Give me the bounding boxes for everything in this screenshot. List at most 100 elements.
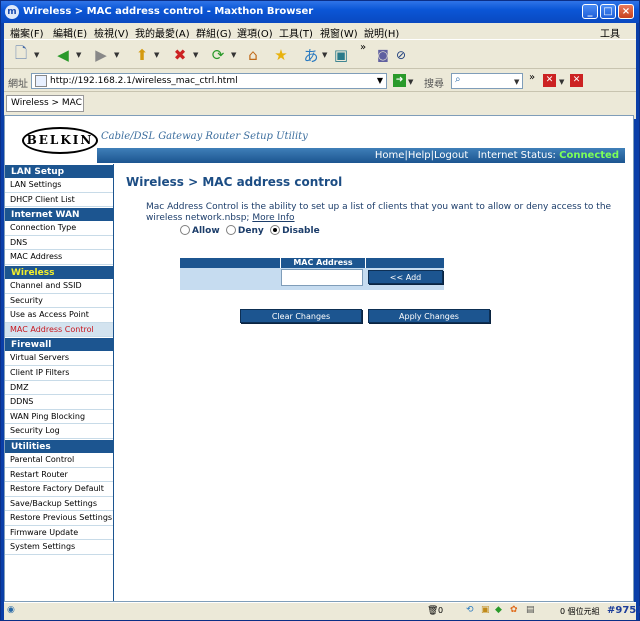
sidebar-item-mac-address[interactable]: MAC Address xyxy=(5,250,113,265)
radio-deny-label: Deny xyxy=(237,226,264,236)
radio-circle-checked[interactable] xyxy=(270,225,281,235)
refresh-icon[interactable]: ⟳ xyxy=(207,44,229,66)
bytes-text: 0 個位元組 xyxy=(560,607,600,616)
menu-bar: 檔案(F) 編輯(E) 檢視(V) 我的最愛(A) 群組(G) 選項(O) 工具… xyxy=(4,23,636,40)
sidebar-header-lan: LAN Setup xyxy=(5,164,113,178)
address-input[interactable]: http://192.168.2.1/wireless_mac_ctrl.htm… xyxy=(31,73,387,89)
sidebar-item-system-settings[interactable]: System Settings xyxy=(5,540,113,556)
sidebar-item-security-log[interactable]: Security Log xyxy=(5,424,113,439)
sidebar-item-firmware-update[interactable]: Firmware Update xyxy=(5,526,113,541)
trash-count: 0 xyxy=(438,606,444,615)
router-header: BELKIN Cable/DSL Gateway Router Setup Ut… xyxy=(5,116,633,164)
chevron-down-icon[interactable]: ▼ xyxy=(408,78,413,86)
sidebar-header-wireless: Wireless xyxy=(5,264,113,279)
close-button[interactable]: × xyxy=(618,4,634,19)
chevron-down-icon[interactable]: ▼ xyxy=(231,51,236,59)
new-page-icon[interactable]: 🗋 xyxy=(10,44,32,66)
radio-circle[interactable] xyxy=(225,225,236,235)
chevron-down-icon[interactable]: ▼ xyxy=(193,51,198,59)
menu-group[interactable]: 群組(G) xyxy=(196,25,232,40)
sync-icon[interactable]: ⟲ xyxy=(466,605,474,615)
clear-changes-button[interactable]: Clear Changes xyxy=(240,309,362,323)
help-link[interactable]: Help xyxy=(408,150,431,161)
favorites-star-icon[interactable]: ★ xyxy=(270,44,292,66)
search-input[interactable]: ⌕ xyxy=(451,73,523,89)
back-icon[interactable]: ◀ xyxy=(52,44,74,66)
chevron-down-icon[interactable]: ▼ xyxy=(322,51,327,59)
maximize-button[interactable]: □ xyxy=(600,4,616,19)
translate-icon[interactable]: あ xyxy=(300,44,322,66)
sidebar-item-channel-ssid[interactable]: Channel and SSID xyxy=(5,279,113,294)
add-button[interactable]: << Add xyxy=(368,270,443,284)
menu-view[interactable]: 檢視(V) xyxy=(94,25,129,40)
belkin-logo: BELKIN xyxy=(22,127,98,154)
home-link[interactable]: Home xyxy=(375,150,405,161)
sidebar-item-dmz[interactable]: DMZ xyxy=(5,381,113,396)
description-text: Mac Address Control is the ability to se… xyxy=(146,202,612,223)
close-tab-icon[interactable]: ✕ xyxy=(543,74,556,87)
chevron-down-icon[interactable]: ▼ xyxy=(154,51,159,59)
chevron-down-icon[interactable]: ▼ xyxy=(34,51,39,59)
sidebar-item-access-point[interactable]: Use as Access Point xyxy=(5,308,113,323)
home-icon[interactable]: ⌂ xyxy=(242,44,264,66)
menu-window[interactable]: 視窗(W) xyxy=(320,25,358,40)
forward-icon[interactable]: ▶ xyxy=(90,44,112,66)
window-title: Wireless > MAC address control - Maxthon… xyxy=(23,6,314,17)
sidebar-item-dns[interactable]: DNS xyxy=(5,236,113,251)
chevron-down-icon[interactable]: ▼ xyxy=(514,78,519,86)
sidebar-item-dhcp-client-list[interactable]: DHCP Client List xyxy=(5,193,113,208)
sidebar-item-restore-previous[interactable]: Restore Previous Settings xyxy=(5,511,113,526)
page-icon xyxy=(35,75,47,87)
sidebar-header-utilities: Utilities xyxy=(5,438,113,453)
menu-file[interactable]: 檔案(F) xyxy=(10,25,44,40)
toolbar-overflow-icon[interactable]: » xyxy=(360,42,366,53)
close-all-icon[interactable]: ✕ xyxy=(570,74,583,87)
popup-blocker-icon[interactable]: ▣ xyxy=(481,605,490,615)
stop-icon[interactable]: ✖ xyxy=(169,44,191,66)
sidebar-item-wan-ping[interactable]: WAN Ping Blocking xyxy=(5,410,113,425)
sidebar-item-client-ip-filters[interactable]: Client IP Filters xyxy=(5,366,113,381)
flower-icon[interactable]: ✿ xyxy=(510,605,518,615)
sidebar-item-restore-factory[interactable]: Restore Factory Default xyxy=(5,482,113,497)
header-nav: Home|Help|Logout Internet Status: Connec… xyxy=(97,148,625,163)
screen-capture-icon[interactable]: ▣ xyxy=(330,44,352,66)
sidebar-item-mac-address-control[interactable]: MAC Address Control xyxy=(5,322,113,338)
sidebar-item-virtual-servers[interactable]: Virtual Servers xyxy=(5,351,113,366)
sidebar-item-save-backup[interactable]: Save/Backup Settings xyxy=(5,497,113,512)
up-icon[interactable]: ⬆ xyxy=(131,44,153,66)
chevron-down-icon[interactable]: ▼ xyxy=(114,51,119,59)
sidebar-item-lan-settings[interactable]: LAN Settings xyxy=(5,178,113,193)
sidebar-item-restart-router[interactable]: Restart Router xyxy=(5,468,113,483)
menu-tools[interactable]: 工具(T) xyxy=(279,25,313,40)
chevron-down-icon[interactable]: ▼ xyxy=(377,74,383,88)
apply-changes-button[interactable]: Apply Changes xyxy=(368,309,490,323)
search-label: 搜尋 xyxy=(424,79,444,90)
sidebar-item-security[interactable]: Security xyxy=(5,294,113,309)
sidebar-item-parental-control[interactable]: Parental Control xyxy=(5,453,113,468)
chevron-down-icon[interactable]: ▼ xyxy=(559,78,564,86)
minimize-button[interactable]: _ xyxy=(582,4,598,19)
radio-deny[interactable]: Deny xyxy=(225,225,264,236)
menu-options[interactable]: 選項(O) xyxy=(237,25,273,40)
network-icon[interactable]: ▤ xyxy=(526,605,535,615)
compass-icon[interactable]: ⊘ xyxy=(390,44,412,66)
radio-disable[interactable]: Disable xyxy=(270,225,320,236)
tab-wireless-mac[interactable]: Wireless > MAC a... xyxy=(6,95,84,112)
mac-address-input[interactable] xyxy=(281,269,363,286)
go-icon[interactable]: ➜ xyxy=(393,74,406,87)
sidebar-item-connection-type[interactable]: Connection Type xyxy=(5,221,113,236)
ad-hunter-icon[interactable]: ◆ xyxy=(495,605,502,615)
radio-circle[interactable] xyxy=(180,225,190,235)
toolbar-overflow-icon[interactable]: » xyxy=(529,72,535,83)
radio-allow[interactable]: Allow xyxy=(180,225,220,236)
menu-edit[interactable]: 編輯(E) xyxy=(53,25,87,40)
more-info-link[interactable]: More Info xyxy=(252,213,294,223)
menu-favorites[interactable]: 我的最愛(A) xyxy=(135,25,190,40)
address-url: http://192.168.2.1/wireless_mac_ctrl.htm… xyxy=(50,76,238,86)
chevron-down-icon[interactable]: ▼ xyxy=(76,51,81,59)
menu-help[interactable]: 說明(H) xyxy=(364,25,399,40)
sidebar-item-ddns[interactable]: DDNS xyxy=(5,395,113,410)
menu-tools-right[interactable]: 工具 xyxy=(600,25,620,40)
logout-link[interactable]: Logout xyxy=(434,150,468,161)
trash-icon[interactable]: 🗑 xyxy=(427,606,438,616)
